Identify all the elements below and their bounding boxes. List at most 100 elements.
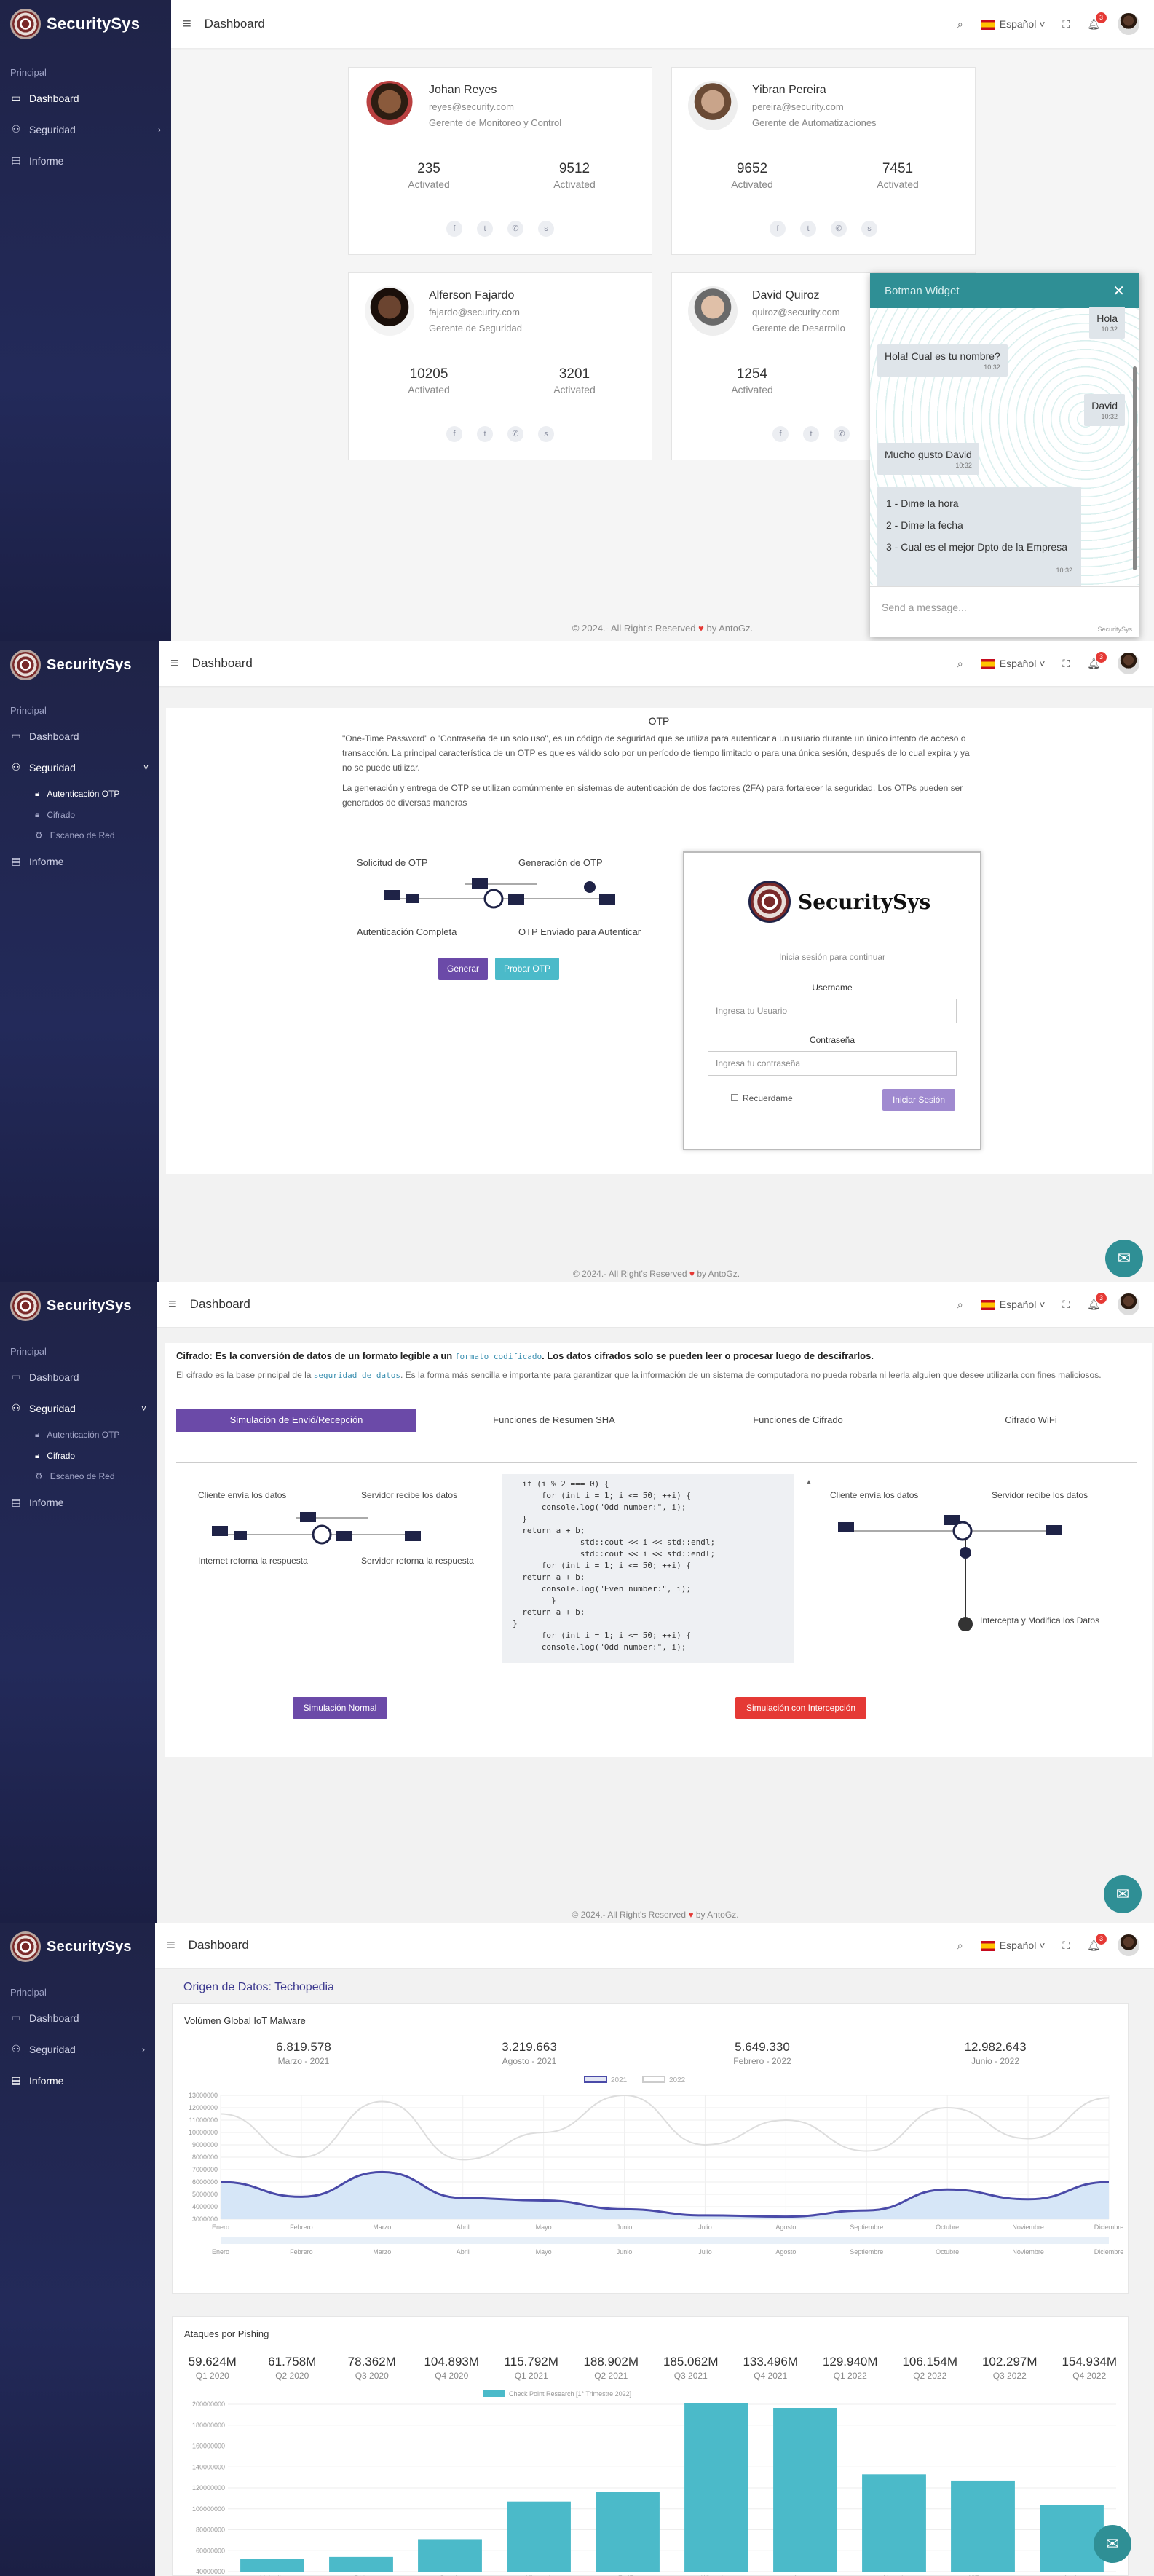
facebook-icon[interactable]: f bbox=[446, 221, 462, 237]
tab-wifi[interactable]: Cifrado WiFi bbox=[922, 1409, 1140, 1432]
sidebar-item-informe[interactable]: ▤ Informe bbox=[0, 145, 171, 176]
menu-toggle-icon[interactable]: ≡ bbox=[168, 1296, 177, 1313]
sidebar-sub-cifrado[interactable]: 🔒︎ Cifrado bbox=[0, 804, 159, 825]
facebook-icon[interactable]: f bbox=[446, 426, 462, 442]
close-icon[interactable]: ✕ bbox=[1112, 282, 1125, 300]
search-icon[interactable]: ⌕ bbox=[957, 658, 963, 670]
sidebar-sub-cifrado[interactable]: 🔒︎ Cifrado bbox=[0, 1445, 157, 1466]
chat-open-button[interactable]: ✉ bbox=[1104, 1875, 1142, 1913]
language-selector[interactable]: Español ˅ bbox=[980, 658, 1045, 670]
chart-title: Volúmen Global IoT Malware bbox=[184, 2015, 306, 2026]
test-otp-button[interactable]: Probar OTP bbox=[495, 958, 559, 980]
search-icon[interactable]: ⌕ bbox=[957, 18, 963, 31]
tab-cifrado[interactable]: Funciones de Cifrado bbox=[689, 1409, 907, 1432]
remember-checkbox[interactable]: Recuerdame bbox=[731, 1093, 793, 1103]
phone-icon[interactable]: ✆ bbox=[834, 426, 850, 442]
code-scrollbar[interactable]: ▲ bbox=[805, 1478, 813, 1653]
menu-toggle-icon[interactable]: ≡ bbox=[167, 1937, 175, 1954]
facebook-icon[interactable]: f bbox=[770, 221, 786, 237]
bell-icon[interactable]: 🔔︎ 3 bbox=[1087, 1292, 1107, 1311]
sidebar-item-seguridad[interactable]: ⚇ Seguridad › bbox=[0, 114, 171, 145]
tab-sha[interactable]: Funciones de Resumen SHA bbox=[434, 1409, 674, 1432]
y-tick-label: 9000000 bbox=[192, 2141, 218, 2148]
fullscreen-icon[interactable]: ⛶ bbox=[1062, 658, 1070, 670]
facebook-icon[interactable]: f bbox=[772, 426, 789, 442]
chat-menu-option[interactable]: 1 - Dime la hora bbox=[886, 492, 1072, 514]
chat-menu-option[interactable]: 2 - Dime la fecha bbox=[886, 514, 1072, 536]
login-button[interactable]: Iniciar Sesión bbox=[882, 1089, 955, 1111]
sidebar-item-seguridad[interactable]: ⚇ Seguridad ˅ bbox=[0, 752, 159, 783]
logo[interactable]: SecuritySys bbox=[0, 641, 159, 689]
twitter-icon[interactable]: t bbox=[803, 426, 819, 442]
login-brand: SecuritySys bbox=[798, 889, 931, 914]
intercept-simulation-button[interactable]: Simulación con Intercepción bbox=[735, 1697, 866, 1719]
sidebar-item-informe[interactable]: ▤ Informe bbox=[0, 2065, 155, 2096]
menu-toggle-icon[interactable]: ≡ bbox=[183, 16, 191, 33]
cifrado-screen: SecuritySys Principal ▭ Dashboard ⚇ Seguri… bbox=[0, 1282, 1154, 1923]
chat-menu-option[interactable]: 3 - Cual es el mejor Dpto de la Empresa bbox=[886, 536, 1072, 558]
twitter-icon[interactable]: t bbox=[800, 221, 816, 237]
chat-message-text: David bbox=[1091, 400, 1118, 411]
sidebar-item-informe[interactable]: ▤ Informe bbox=[0, 846, 159, 877]
user-lock-icon: ⚇ bbox=[11, 2043, 21, 2055]
kpi: 133.496M Q4 2021 bbox=[731, 2355, 811, 2381]
bell-icon[interactable]: 🔔︎ 3 bbox=[1087, 1933, 1107, 1952]
fullscreen-icon[interactable]: ⛶ bbox=[1062, 1299, 1070, 1311]
navigator-bar bbox=[221, 2237, 1109, 2244]
sidebar-item-label: Informe bbox=[29, 1496, 64, 1508]
sidebar-sub-label: Escaneo de Red bbox=[50, 1471, 115, 1481]
twitter-icon[interactable]: t bbox=[477, 221, 493, 237]
logo[interactable]: SecuritySys bbox=[0, 1282, 157, 1330]
chat-open-button[interactable]: ✉ bbox=[1094, 2525, 1131, 2563]
bell-icon[interactable]: 🔔︎ 3 bbox=[1087, 12, 1107, 31]
avatar[interactable] bbox=[1118, 1293, 1139, 1315]
fullscreen-icon[interactable]: ⛶ bbox=[1062, 1939, 1070, 1952]
phone-icon[interactable]: ✆ bbox=[507, 426, 523, 442]
kpi: 102.297M Q3 2022 bbox=[970, 2355, 1050, 2381]
twitter-icon[interactable]: t bbox=[477, 426, 493, 442]
sidebar-item-seguridad[interactable]: ⚇ Seguridad ˅ bbox=[0, 1393, 157, 1424]
search-icon[interactable]: ⌕ bbox=[957, 1299, 963, 1311]
language-selector[interactable]: Español ˅ bbox=[980, 18, 1045, 31]
tab-simulacion[interactable]: Simulación de Envió/Recepción bbox=[176, 1409, 416, 1432]
fullscreen-icon[interactable]: ⛶ bbox=[1062, 18, 1070, 31]
sidebar-item-seguridad[interactable]: ⚇ Seguridad › bbox=[0, 2033, 155, 2065]
sidebar-sub-otp[interactable]: 🔒︎ Autenticación OTP bbox=[0, 1424, 157, 1445]
avatar[interactable] bbox=[1118, 13, 1139, 35]
search-icon[interactable]: ⌕ bbox=[957, 1939, 963, 1952]
logo[interactable]: SecuritySys bbox=[0, 0, 171, 48]
language-selector[interactable]: Español ˅ bbox=[980, 1939, 1045, 1952]
chat-scrollbar[interactable] bbox=[1133, 366, 1137, 570]
profile-role: Gerente de Automatizaciones bbox=[752, 117, 877, 128]
generate-button[interactable]: Generar bbox=[438, 958, 488, 980]
sidebar-sub-escaneo[interactable]: ⚙ Escaneo de Red bbox=[0, 825, 159, 846]
sidebar-item-informe[interactable]: ▤ Informe bbox=[0, 1486, 157, 1518]
stat-value: 9512 bbox=[558, 161, 590, 176]
phone-icon[interactable]: ✆ bbox=[831, 221, 847, 237]
skype-icon[interactable]: s bbox=[861, 221, 877, 237]
logo[interactable]: SecuritySys bbox=[0, 1923, 155, 1971]
sidebar-sub-otp[interactable]: 🔒︎ Autenticación OTP bbox=[0, 783, 159, 804]
profile-photo bbox=[365, 286, 414, 336]
language-selector[interactable]: Español ˅ bbox=[980, 1299, 1045, 1311]
sidebar-item-dashboard[interactable]: ▭ Dashboard bbox=[0, 2002, 155, 2033]
sidebar-category: Principal bbox=[10, 1987, 47, 1998]
sidebar-item-dashboard[interactable]: ▭ Dashboard bbox=[0, 82, 171, 114]
sidebar-item-dashboard[interactable]: ▭ Dashboard bbox=[0, 1361, 157, 1393]
password-input[interactable]: Ingresa tu contraseña bbox=[708, 1051, 957, 1076]
profile-email: pereira@security.com bbox=[752, 101, 844, 112]
avatar[interactable] bbox=[1118, 653, 1139, 674]
bell-icon[interactable]: 🔔︎ 3 bbox=[1087, 651, 1107, 670]
menu-toggle-icon[interactable]: ≡ bbox=[170, 655, 179, 672]
sidebar-item-dashboard[interactable]: ▭ Dashboard bbox=[0, 720, 159, 752]
sidebar-sub-escaneo[interactable]: ⚙ Escaneo de Red bbox=[0, 1466, 157, 1486]
skype-icon[interactable]: s bbox=[538, 221, 554, 237]
user-lock-icon: ⚇ bbox=[11, 761, 21, 773]
phone-icon[interactable]: ✆ bbox=[507, 221, 523, 237]
normal-simulation-button[interactable]: Simulación Normal bbox=[293, 1697, 387, 1719]
username-input[interactable]: Ingresa tu Usuario bbox=[708, 999, 957, 1023]
kpi-value: 154.934M bbox=[1062, 2355, 1118, 2368]
skype-icon[interactable]: s bbox=[538, 426, 554, 442]
avatar[interactable] bbox=[1118, 1934, 1139, 1956]
sidebar-category: Principal bbox=[10, 67, 47, 78]
